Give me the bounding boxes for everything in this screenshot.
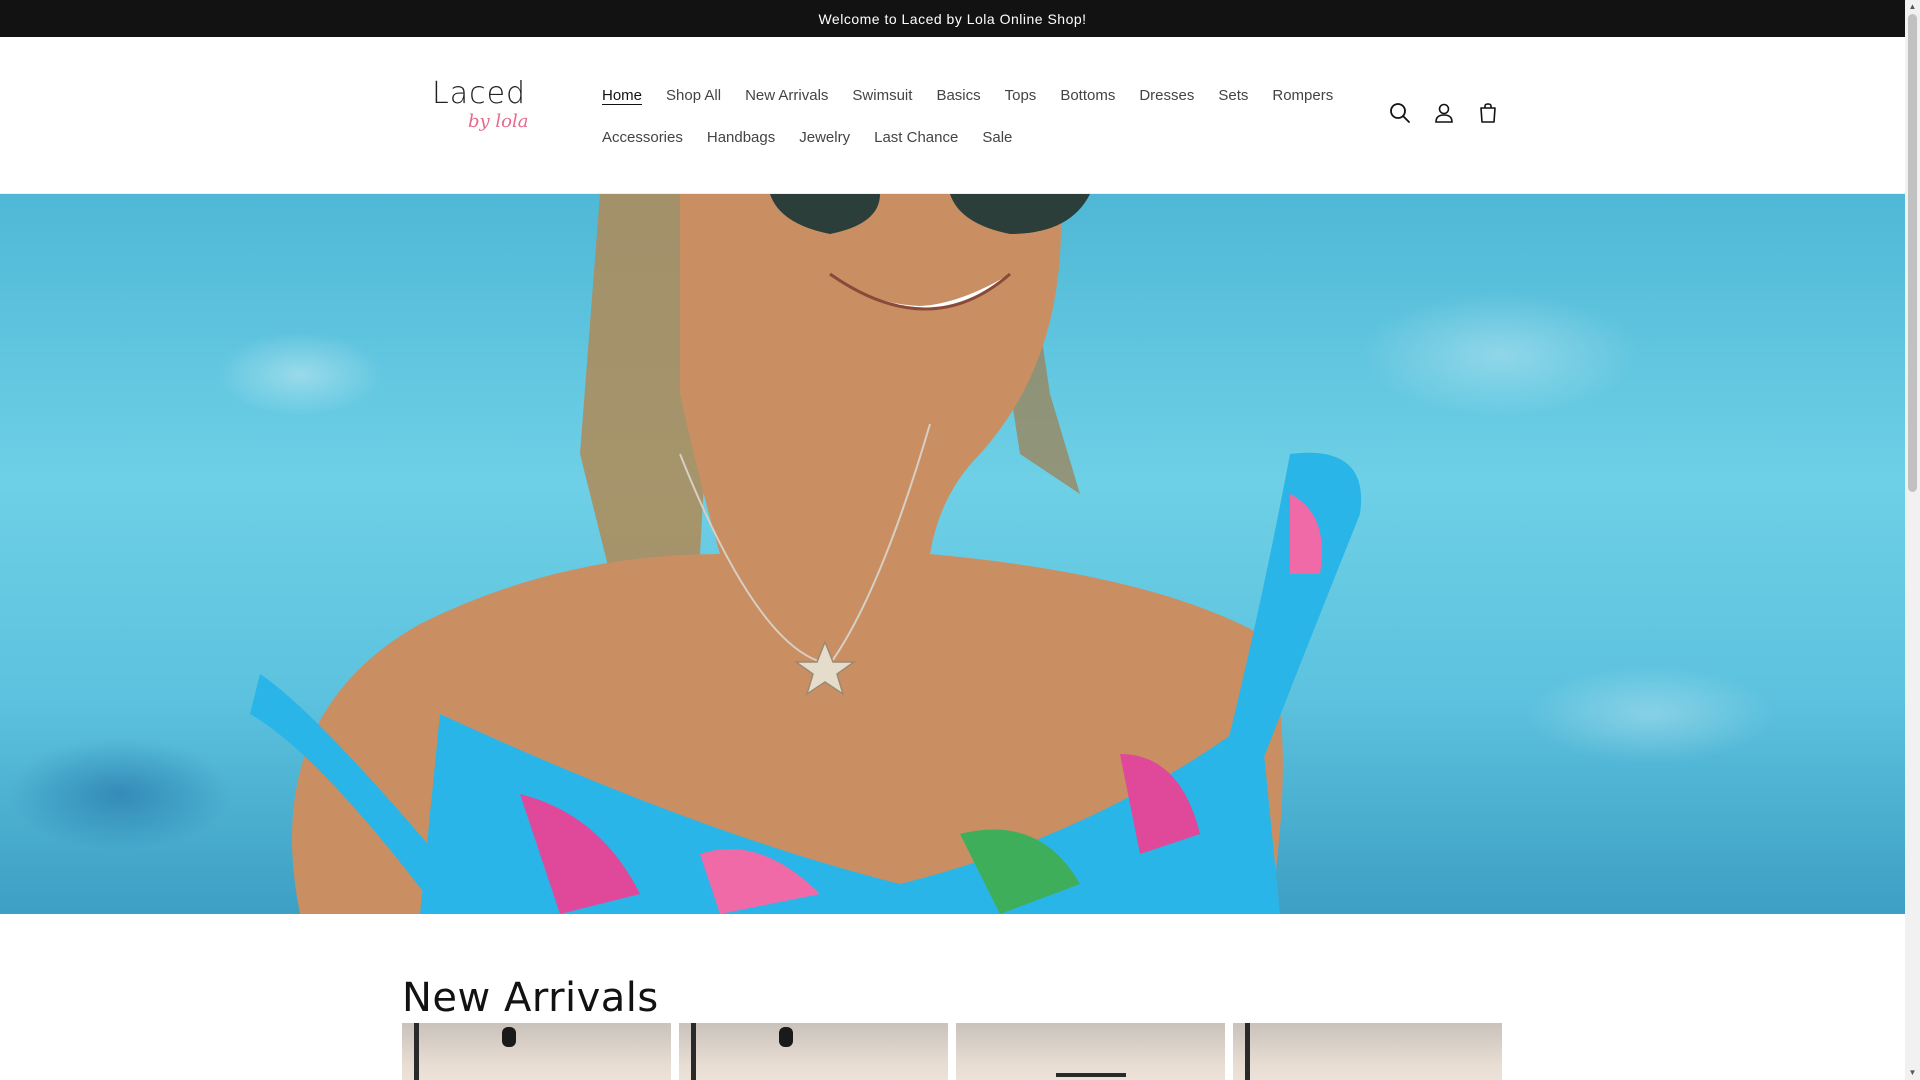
logo-subtitle: by lola	[468, 111, 529, 132]
product-image-detail	[1056, 1073, 1126, 1077]
announcement-text: Welcome to Laced by Lola Online Shop!	[818, 10, 1087, 27]
nav-bottoms[interactable]: Bottoms	[1048, 86, 1127, 106]
hero-image	[0, 194, 1905, 914]
site-header: Laced by lola Home Shop All New Arrivals…	[0, 37, 1905, 194]
hero-figure	[250, 194, 1362, 914]
nav-basics[interactable]: Basics	[924, 86, 992, 106]
nav-last-chance[interactable]: Last Chance	[862, 128, 970, 148]
main-nav: Home Shop All New Arrivals Swimsuit Basi…	[590, 75, 1333, 159]
account-icon[interactable]	[1432, 101, 1456, 125]
scroll-thumb[interactable]	[1908, 14, 1917, 492]
logo-wordmark: Laced	[432, 76, 527, 111]
product-grid	[402, 1023, 1502, 1080]
nav-rompers[interactable]: Rompers	[1260, 86, 1345, 106]
product-card[interactable]	[1233, 1023, 1502, 1080]
nav-new-arrivals[interactable]: New Arrivals	[733, 86, 840, 106]
section-title-new-arrivals: New Arrivals	[402, 975, 659, 1022]
nav-dresses[interactable]: Dresses	[1127, 86, 1206, 106]
nav-shop-all[interactable]: Shop All	[654, 86, 733, 106]
store-logo[interactable]: Laced by lola	[428, 73, 538, 153]
page-scrollbar[interactable]: ▲ ▼	[1905, 0, 1920, 1080]
product-image-detail	[779, 1027, 793, 1047]
nav-accessories[interactable]: Accessories	[590, 128, 695, 148]
scroll-down-arrow-icon[interactable]: ▼	[1908, 1068, 1917, 1077]
product-image-detail	[1245, 1023, 1250, 1080]
nav-row-1: Home Shop All New Arrivals Swimsuit Basi…	[590, 75, 1333, 117]
nav-home[interactable]: Home	[590, 86, 654, 106]
nav-tops[interactable]: Tops	[993, 86, 1049, 106]
scroll-up-arrow-icon[interactable]: ▲	[1908, 2, 1917, 11]
nav-jewelry[interactable]: Jewelry	[787, 128, 862, 148]
header-icons	[1388, 101, 1500, 125]
product-card[interactable]	[956, 1023, 1225, 1080]
nav-row-2: Accessories Handbags Jewelry Last Chance…	[590, 117, 1330, 159]
product-card[interactable]	[679, 1023, 948, 1080]
product-card[interactable]	[402, 1023, 671, 1080]
announcement-bar: Welcome to Laced by Lola Online Shop!	[0, 0, 1905, 37]
nav-swimsuit[interactable]: Swimsuit	[840, 86, 924, 106]
product-image-detail	[691, 1023, 696, 1080]
page: Welcome to Laced by Lola Online Shop! La…	[0, 0, 1905, 1080]
nav-sets[interactable]: Sets	[1206, 86, 1260, 106]
product-image-detail	[502, 1027, 516, 1047]
product-image-detail	[414, 1023, 419, 1080]
nav-handbags[interactable]: Handbags	[695, 128, 787, 148]
cart-icon[interactable]	[1476, 101, 1500, 125]
search-icon[interactable]	[1388, 101, 1412, 125]
nav-sale[interactable]: Sale	[970, 128, 1024, 148]
